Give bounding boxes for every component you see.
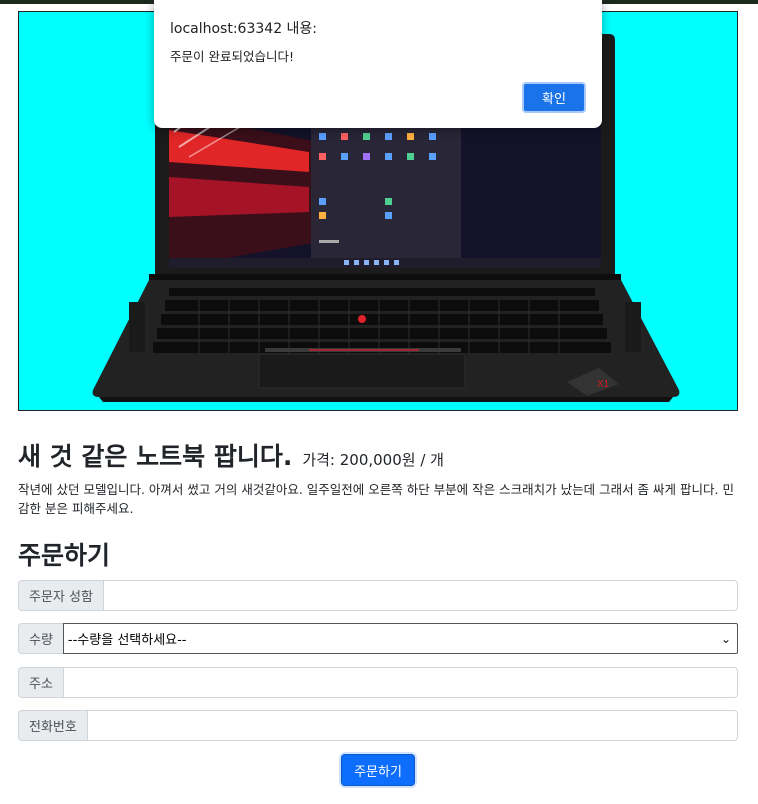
svg-text:X1: X1 [597, 379, 610, 390]
order-submit-button[interactable]: 주문하기 [341, 754, 415, 786]
phone-label: 전화번호 [18, 710, 87, 741]
quantity-select[interactable]: --수량을 선택하세요-- ⌄ [62, 623, 738, 654]
name-input[interactable] [102, 580, 738, 611]
phone-input-group: 전화번호 [18, 710, 738, 741]
chevron-down-icon: ⌄ [720, 631, 731, 646]
alert-message: 주문이 완료되었습니다! [170, 49, 294, 64]
alert-title: localhost:63342 내용: [170, 21, 318, 37]
address-label: 주소 [18, 667, 63, 698]
order-heading: 주문하기 [18, 541, 111, 570]
product-description: 작년에 샀던 모델입니다. 아껴서 썼고 거의 새것같아요. 일주일전에 오른쪽… [18, 482, 734, 516]
address-input-group: 주소 [18, 667, 738, 698]
alert-dialog: localhost:63342 내용: 주문이 완료되었습니다! 확인 [154, 0, 602, 128]
quantity-label: 수량 [18, 623, 63, 654]
name-label: 주문자 성함 [18, 580, 103, 611]
alert-ok-button[interactable]: 확인 [522, 82, 586, 113]
quantity-select-value: --수량을 선택하세요-- [67, 633, 187, 648]
product-title: 새 것 같은 노트북 팝니다. 가격: 200,000원 / 개 [18, 440, 444, 477]
product-title-text: 새 것 같은 노트북 팝니다. [18, 442, 293, 471]
price-text: 가격: 200,000원 / 개 [302, 451, 444, 469]
phone-input[interactable] [86, 710, 738, 741]
name-input-group: 주문자 성함 [18, 580, 738, 611]
quantity-input-group: 수량 --수량을 선택하세요-- ⌄ [18, 623, 738, 654]
address-input[interactable] [62, 667, 738, 698]
